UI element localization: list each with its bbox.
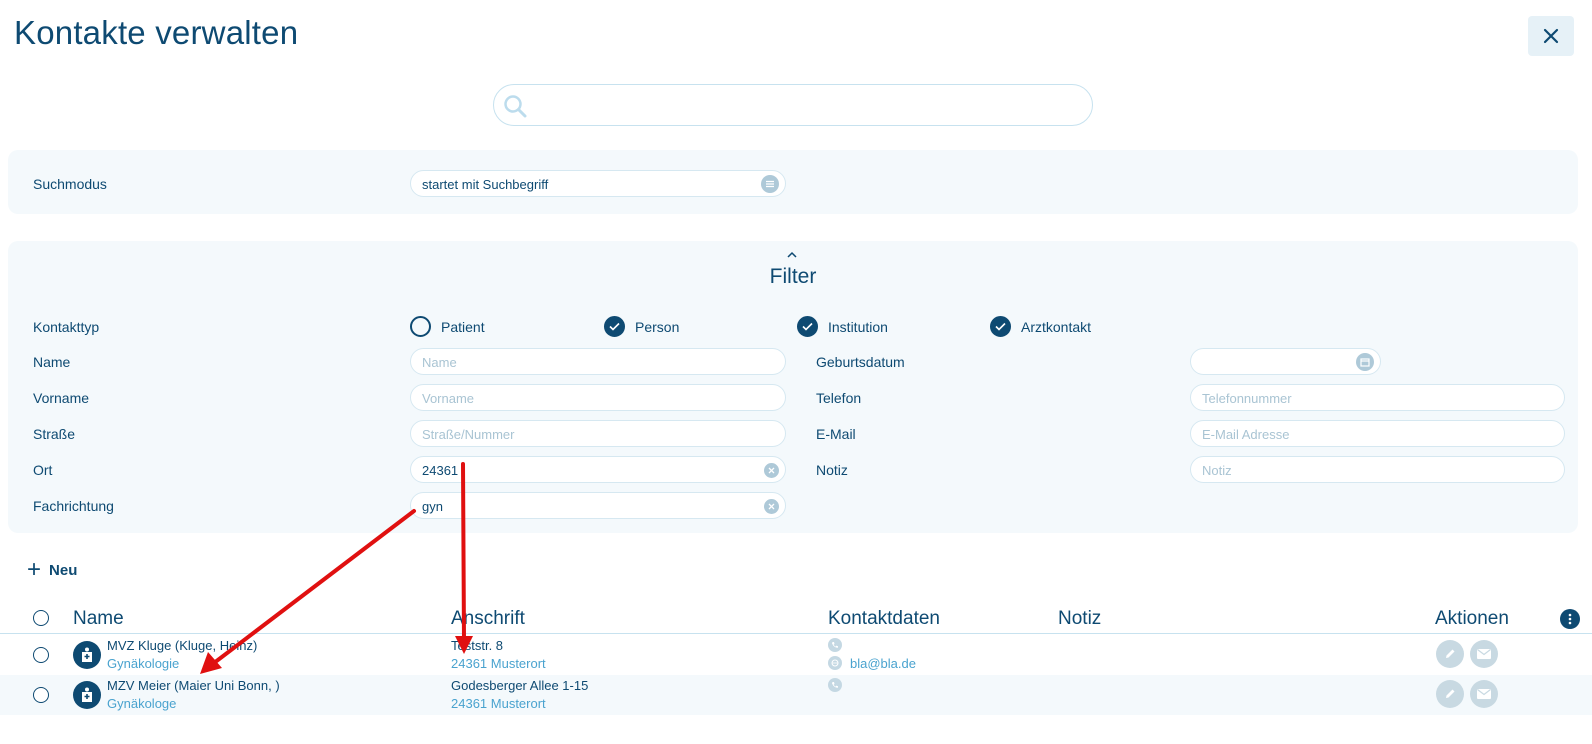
new-button-label: Neu [49, 561, 78, 579]
option-label: Arztkontakt [1021, 318, 1092, 335]
contact-type-label: Kontakttyp [33, 319, 100, 335]
specialty-field[interactable]: gyn [410, 492, 786, 519]
edit-button[interactable] [1436, 680, 1464, 708]
institution-icon [73, 681, 101, 709]
web-icon [828, 656, 842, 670]
specialty-value: gyn [422, 499, 443, 514]
address-city[interactable]: 24361 Musterort [451, 696, 546, 711]
note-placeholder: Notiz [1202, 463, 1232, 478]
phone-icon [828, 678, 842, 692]
col-address[interactable]: Anschrift [451, 608, 525, 630]
phone-icon [828, 638, 842, 652]
edit-button[interactable] [1436, 640, 1464, 668]
row-select-radio[interactable] [33, 687, 49, 703]
table-row[interactable]: MVZ Kluge (Kluge, Heinz) Gynäkologie Tes… [0, 635, 1592, 675]
search-box[interactable] [493, 84, 1093, 126]
col-contact[interactable]: Kontaktdaten [828, 608, 940, 630]
phone-label: Telefon [816, 390, 862, 406]
search-mode-select[interactable]: startet mit Suchbegriff [410, 170, 786, 197]
email-field[interactable]: E-Mail Adresse [1190, 420, 1565, 447]
envelope-icon [1477, 689, 1491, 699]
email-label: E-Mail [816, 426, 856, 442]
list-icon [761, 175, 779, 193]
phone-placeholder: Telefonnummer [1202, 391, 1292, 406]
option-label: Patient [441, 318, 485, 335]
street-label: Straße [33, 426, 76, 442]
email-placeholder: E-Mail Adresse [1202, 427, 1290, 442]
collapse-chevron-icon[interactable] [786, 247, 798, 262]
phone-field[interactable]: Telefonnummer [1190, 384, 1565, 411]
option-label: Institution [828, 318, 888, 335]
new-contact-button[interactable]: + Neu [27, 558, 77, 582]
name-field[interactable]: Name [410, 348, 786, 375]
check-icon [797, 316, 818, 337]
col-note[interactable]: Notiz [1058, 608, 1101, 630]
clear-icon[interactable] [764, 463, 779, 478]
select-all-radio[interactable] [33, 610, 49, 626]
firstname-placeholder: Vorname [422, 391, 475, 406]
filter-title: Filter [769, 265, 817, 288]
filter-panel: Filter Kontakttyp Patient Person Institu… [8, 241, 1578, 533]
more-options-icon[interactable] [1560, 609, 1580, 629]
table-header: Name Anschrift Kontaktdaten Notiz Aktion… [0, 598, 1592, 634]
option-label: Person [635, 318, 680, 335]
contact-specialty: Gynäkologe [107, 696, 177, 711]
type-option-person[interactable]: Person [604, 316, 679, 337]
address-city[interactable]: 24361 Musterort [451, 656, 546, 671]
specialty-label: Fachrichtung [33, 498, 114, 514]
envelope-icon [1477, 649, 1491, 659]
search-mode-value: startet mit Suchbegriff [422, 177, 549, 192]
page-title: Kontakte verwalten [14, 14, 299, 51]
city-field[interactable]: 24361 [410, 456, 786, 483]
pencil-icon [1446, 689, 1455, 698]
city-value: 24361 [422, 463, 459, 478]
note-label: Notiz [816, 462, 848, 478]
close-button[interactable] [1528, 16, 1574, 56]
birthdate-label: Geburtsdatum [816, 354, 905, 370]
search-icon [502, 93, 528, 124]
type-option-institution[interactable]: Institution [797, 316, 888, 337]
check-icon [604, 316, 625, 337]
plus-icon: + [27, 556, 42, 583]
mail-button[interactable] [1470, 680, 1498, 708]
unchecked-circle-icon [410, 316, 431, 337]
address-street: Teststr. 8 [451, 638, 504, 653]
firstname-field[interactable]: Vorname [410, 384, 786, 411]
name-label: Name [33, 354, 71, 370]
contact-name[interactable]: MVZ Kluge (Kluge, Heinz) [107, 638, 257, 653]
birthdate-field[interactable] [1190, 348, 1381, 375]
search-mode-panel: Suchmodus startet mit Suchbegriff [8, 150, 1578, 214]
contact-specialty: Gynäkologie [107, 656, 180, 671]
type-option-arztkontakt[interactable]: Arztkontakt [990, 316, 1091, 337]
city-label: Ort [33, 462, 53, 478]
firstname-label: Vorname [33, 390, 90, 406]
type-option-patient[interactable]: Patient [410, 316, 485, 337]
col-name[interactable]: Name [73, 608, 124, 630]
institution-icon [73, 641, 101, 669]
table-row[interactable]: MZV Meier (Maier Uni Bonn, ) Gynäkologe … [0, 675, 1592, 715]
address-street: Godesberger Allee 1-15 [451, 678, 589, 693]
search-input[interactable] [538, 91, 1078, 121]
note-field[interactable]: Notiz [1190, 456, 1565, 483]
close-icon [1543, 28, 1559, 44]
mail-button[interactable] [1470, 640, 1498, 668]
col-actions: Aktionen [1435, 608, 1509, 629]
contact-email[interactable]: bla@bla.de [850, 656, 916, 671]
contact-name[interactable]: MZV Meier (Maier Uni Bonn, ) [107, 678, 280, 693]
pencil-icon [1446, 649, 1455, 658]
search-mode-label: Suchmodus [33, 176, 107, 192]
name-placeholder: Name [422, 355, 457, 370]
check-icon [990, 316, 1011, 337]
street-field[interactable]: Straße/Nummer [410, 420, 786, 447]
clear-icon[interactable] [764, 499, 779, 514]
street-placeholder: Straße/Nummer [422, 427, 515, 442]
row-select-radio[interactable] [33, 647, 49, 663]
calendar-icon[interactable] [1356, 353, 1374, 371]
